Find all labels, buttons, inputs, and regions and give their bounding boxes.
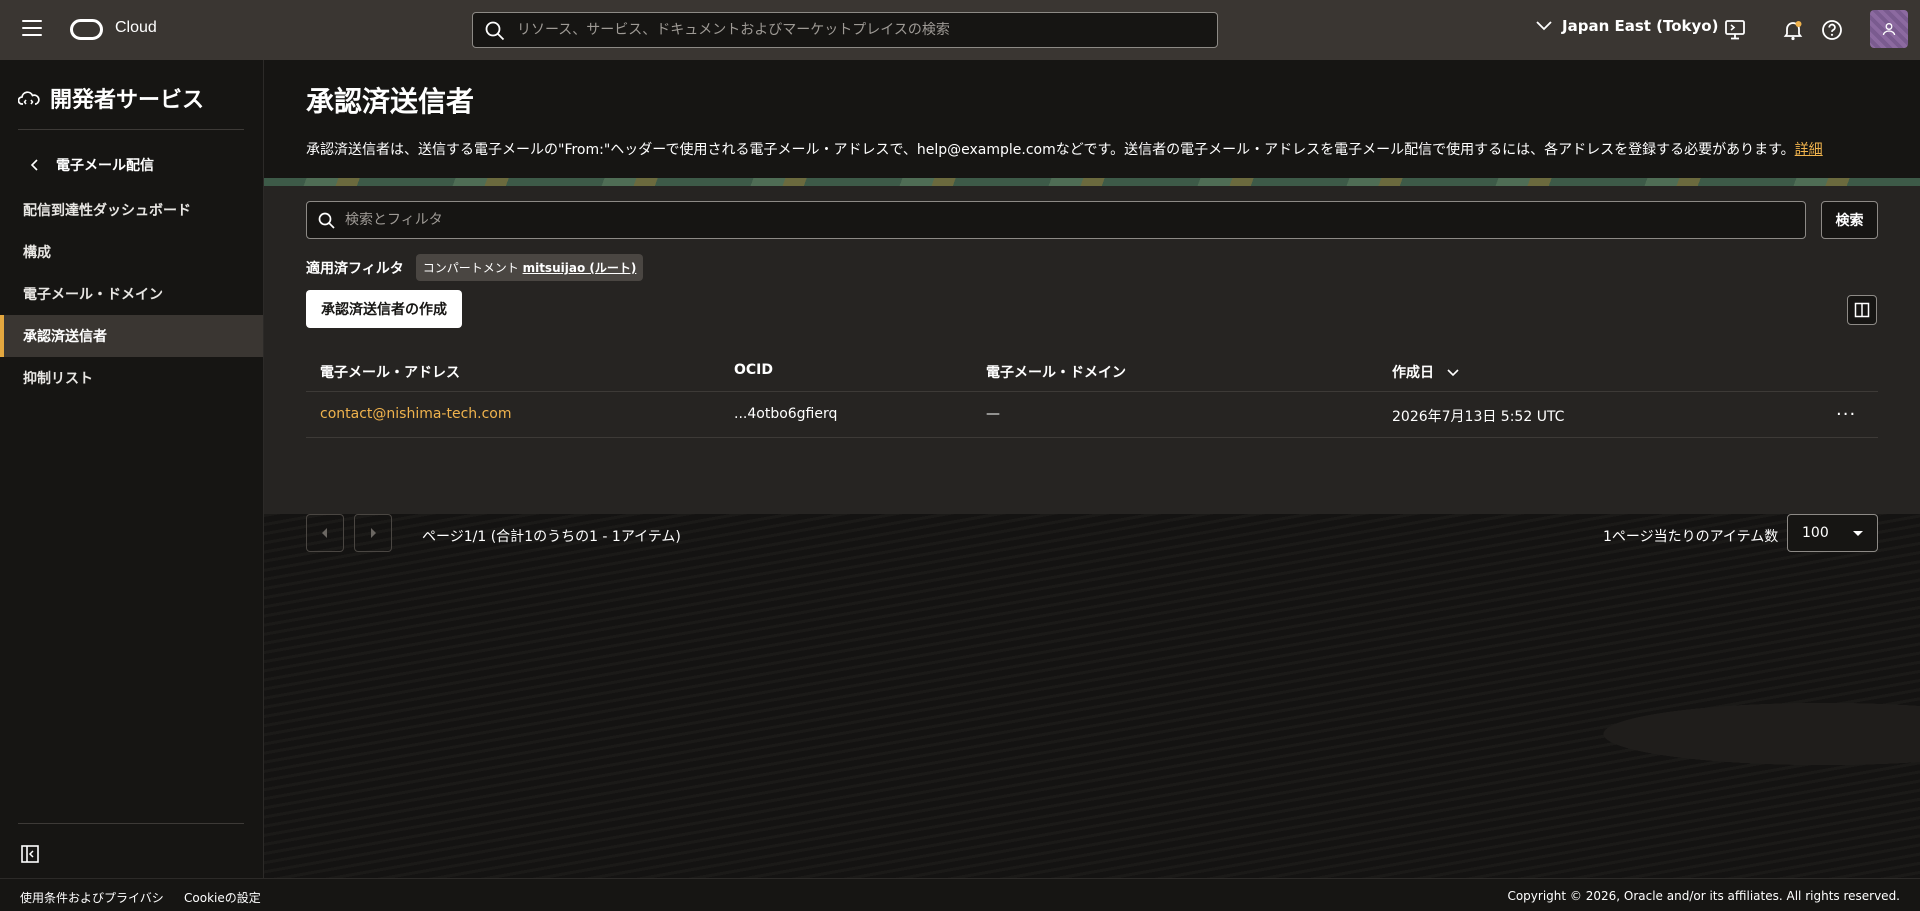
top-bar: Cloud Japan East (Tokyo) [0,0,1920,60]
user-icon [1882,23,1896,36]
create-approved-sender-button[interactable]: 承認済送信者の作成 [306,290,462,328]
approved-senders-table: 電子メール・アドレス OCID 電子メール・ドメイン 作成日 contact@n… [306,350,1878,438]
decorative-band [264,178,1920,186]
table-header: 電子メール・アドレス OCID 電子メール・ドメイン 作成日 [306,350,1878,392]
brand-name[interactable]: Cloud [115,19,157,37]
collapse-sidebar-icon[interactable] [20,844,40,864]
page-description-text: 承認済送信者は、送信する電子メールの"From:"ヘッダーで使用される電子メール… [306,142,1795,158]
column-header-email: 電子メール・アドレス [320,365,460,381]
compartment-filter-chip[interactable]: コンパートメント mitsuijao (ルート) [415,254,644,281]
prev-page-button[interactable] [306,514,344,552]
column-header-created-label: 作成日 [1392,365,1434,381]
sidebar-item-deliverability-dashboard[interactable]: 配信到達性ダッシュボード [0,189,263,231]
next-page-button[interactable] [354,514,392,552]
prev-page-icon [322,528,327,538]
copyright-text: Copyright © 2026, Oracle and/or its affi… [1507,889,1900,903]
sidebar: 開発者サービス 電子メール配信 配信到達性ダッシュボード 構成 電子メール・ドメ… [0,60,264,878]
region-label: Japan East (Tokyo) [1562,17,1719,35]
chip-prefix: コンパートメント [422,261,519,275]
background-texture [264,514,1920,878]
column-header-ocid: OCID [734,362,774,378]
sort-chevron-icon [1447,369,1459,377]
sidebar-title: 開発者サービス [50,88,205,113]
kebab-icon[interactable]: ··· [1836,404,1856,425]
developer-services-icon [18,91,40,105]
sidebar-back-label: 電子メール配信 [56,158,154,174]
global-search-input[interactable] [517,13,1217,47]
user-avatar[interactable] [1870,10,1908,48]
help-icon[interactable] [1820,18,1844,42]
global-search [472,12,1218,48]
sidebar-item-suppression-list[interactable]: 抑制リスト [0,357,263,399]
per-page-value: 100 [1802,525,1829,541]
chevron-left-icon [30,159,38,171]
terms-privacy-link[interactable]: 使用条件およびプライバシ [20,889,164,906]
chevron-down-icon [1536,21,1552,31]
sidebar-item-email-domains[interactable]: 電子メール・ドメイン [0,273,263,315]
page-description: 承認済送信者は、送信する電子メールの"From:"ヘッダーで使用される電子メール… [306,139,1823,159]
search-button[interactable]: 検索 [1821,201,1878,239]
next-page-icon [371,528,376,538]
sidebar-item-label: 配信到達性ダッシュボード [23,203,191,219]
cloud-shell-icon[interactable] [1723,18,1747,42]
sidebar-item-label: 承認済送信者 [23,329,107,345]
bell-icon[interactable] [1781,18,1805,42]
footer: 使用条件およびプライバシ Cookieの設定 Copyright © 2026,… [0,878,1920,911]
column-toggle-button[interactable] [1847,295,1877,325]
hamburger-icon[interactable] [22,20,42,40]
sidebar-item-label: 構成 [23,245,51,261]
table-row: contact@nishima-tech.com ...4otbo6gfierq… [306,392,1878,438]
cookie-settings-link[interactable]: Cookieの設定 [184,889,261,906]
column-header-created[interactable]: 作成日 [1392,362,1459,382]
pagination-status: ページ1/1 (合計1のうちの1 - 1アイテム) [422,529,681,545]
page-title: 承認済送信者 [306,85,475,118]
sender-domain: — [986,406,1000,422]
main-content: 承認済送信者 承認済送信者は、送信する電子メールの"From:"ヘッダーで使用さ… [264,60,1920,878]
details-link[interactable]: 詳細 [1795,142,1823,158]
sidebar-item-label: 抑制リスト [23,371,93,387]
columns-icon [1854,302,1870,318]
chip-value: mitsuijao (ルート) [522,261,637,275]
search-icon [485,21,505,41]
sidebar-item-label: 電子メール・ドメイン [23,287,163,303]
sidebar-header: 開発者サービス [18,82,204,114]
sidebar-item-configuration[interactable]: 構成 [0,231,263,273]
caret-down-icon [1853,531,1863,536]
region-selector[interactable]: Japan East (Tokyo) [1536,17,1718,35]
sidebar-divider [18,823,244,824]
search-filter-field [306,201,1806,239]
sidebar-item-approved-senders[interactable]: 承認済送信者 [0,315,263,357]
sender-ocid: ...4otbo6gfierq [734,406,838,422]
per-page-label: 1ページ当たりのアイテム数 [1603,529,1779,545]
applied-filters-label: 適用済フィルタ [306,260,404,277]
sidebar-divider [18,129,244,130]
sidebar-back-email-delivery[interactable]: 電子メール配信 [30,155,154,175]
sender-email-link[interactable]: contact@nishima-tech.com [320,406,512,422]
per-page-select[interactable]: 100 [1787,514,1878,552]
sender-created-date: 2026年7月13日 5:52 UTC [1392,409,1565,425]
search-filter-input[interactable] [345,202,1805,238]
search-icon [318,212,335,229]
column-header-domain: 電子メール・ドメイン [986,365,1126,381]
applied-filters: 適用済フィルタ コンパートメント mitsuijao (ルート) [306,254,644,281]
oracle-logo-icon[interactable] [70,19,103,40]
